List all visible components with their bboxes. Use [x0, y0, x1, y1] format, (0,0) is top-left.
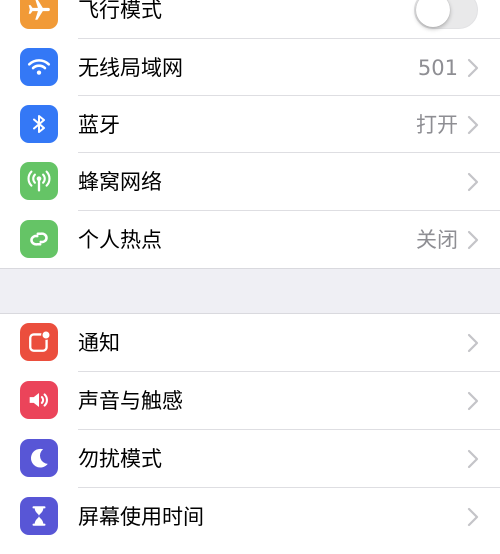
row-screen-time-label: 屏幕使用时间	[78, 505, 204, 529]
row-notifications-label: 通知	[78, 331, 120, 355]
row-cellular-label: 蜂窝网络	[78, 170, 162, 194]
row-personal-hotspot-label: 个人热点	[78, 228, 162, 252]
airplane-icon	[20, 0, 58, 29]
row-sounds-haptics-label: 声音与触感	[78, 389, 183, 413]
chevron-right-icon	[467, 115, 479, 135]
antenna-icon	[20, 162, 58, 200]
row-bluetooth[interactable]: 蓝牙 打开	[0, 96, 500, 153]
chevron-right-icon	[467, 449, 479, 469]
chevron-right-icon	[467, 172, 479, 192]
row-bluetooth-value: 打开	[416, 113, 458, 137]
hourglass-icon	[20, 497, 58, 535]
row-screen-time[interactable]: 屏幕使用时间	[0, 488, 500, 545]
row-airplane-mode[interactable]: 飞行模式	[0, 0, 500, 39]
row-sounds-haptics[interactable]: 声音与触感	[0, 372, 500, 429]
row-cellular[interactable]: 蜂窝网络	[0, 153, 500, 210]
chevron-right-icon	[467, 391, 479, 411]
row-airplane-mode-label: 飞行模式	[78, 0, 162, 22]
speaker-icon	[20, 381, 58, 419]
notification-icon	[20, 323, 58, 361]
moon-icon	[20, 439, 58, 477]
row-wifi[interactable]: 无线局域网 501	[0, 39, 500, 96]
airplane-mode-toggle[interactable]	[414, 0, 478, 29]
row-do-not-disturb[interactable]: 勿扰模式	[0, 430, 500, 487]
row-bluetooth-label: 蓝牙	[78, 113, 120, 137]
chevron-right-icon	[467, 507, 479, 527]
row-wifi-value: 501	[417, 56, 458, 80]
row-notifications[interactable]: 通知	[0, 314, 500, 371]
toggle-knob	[416, 0, 450, 27]
row-do-not-disturb-label: 勿扰模式	[78, 447, 162, 471]
wifi-icon	[20, 48, 58, 86]
chevron-right-icon	[467, 230, 479, 250]
bluetooth-icon	[20, 105, 58, 143]
chevron-right-icon	[467, 333, 479, 353]
row-wifi-label: 无线局域网	[78, 56, 183, 80]
chevron-right-icon	[467, 58, 479, 78]
row-personal-hotspot[interactable]: 个人热点 关闭	[0, 211, 500, 268]
row-personal-hotspot-value: 关闭	[416, 228, 458, 252]
link-icon	[20, 220, 58, 258]
